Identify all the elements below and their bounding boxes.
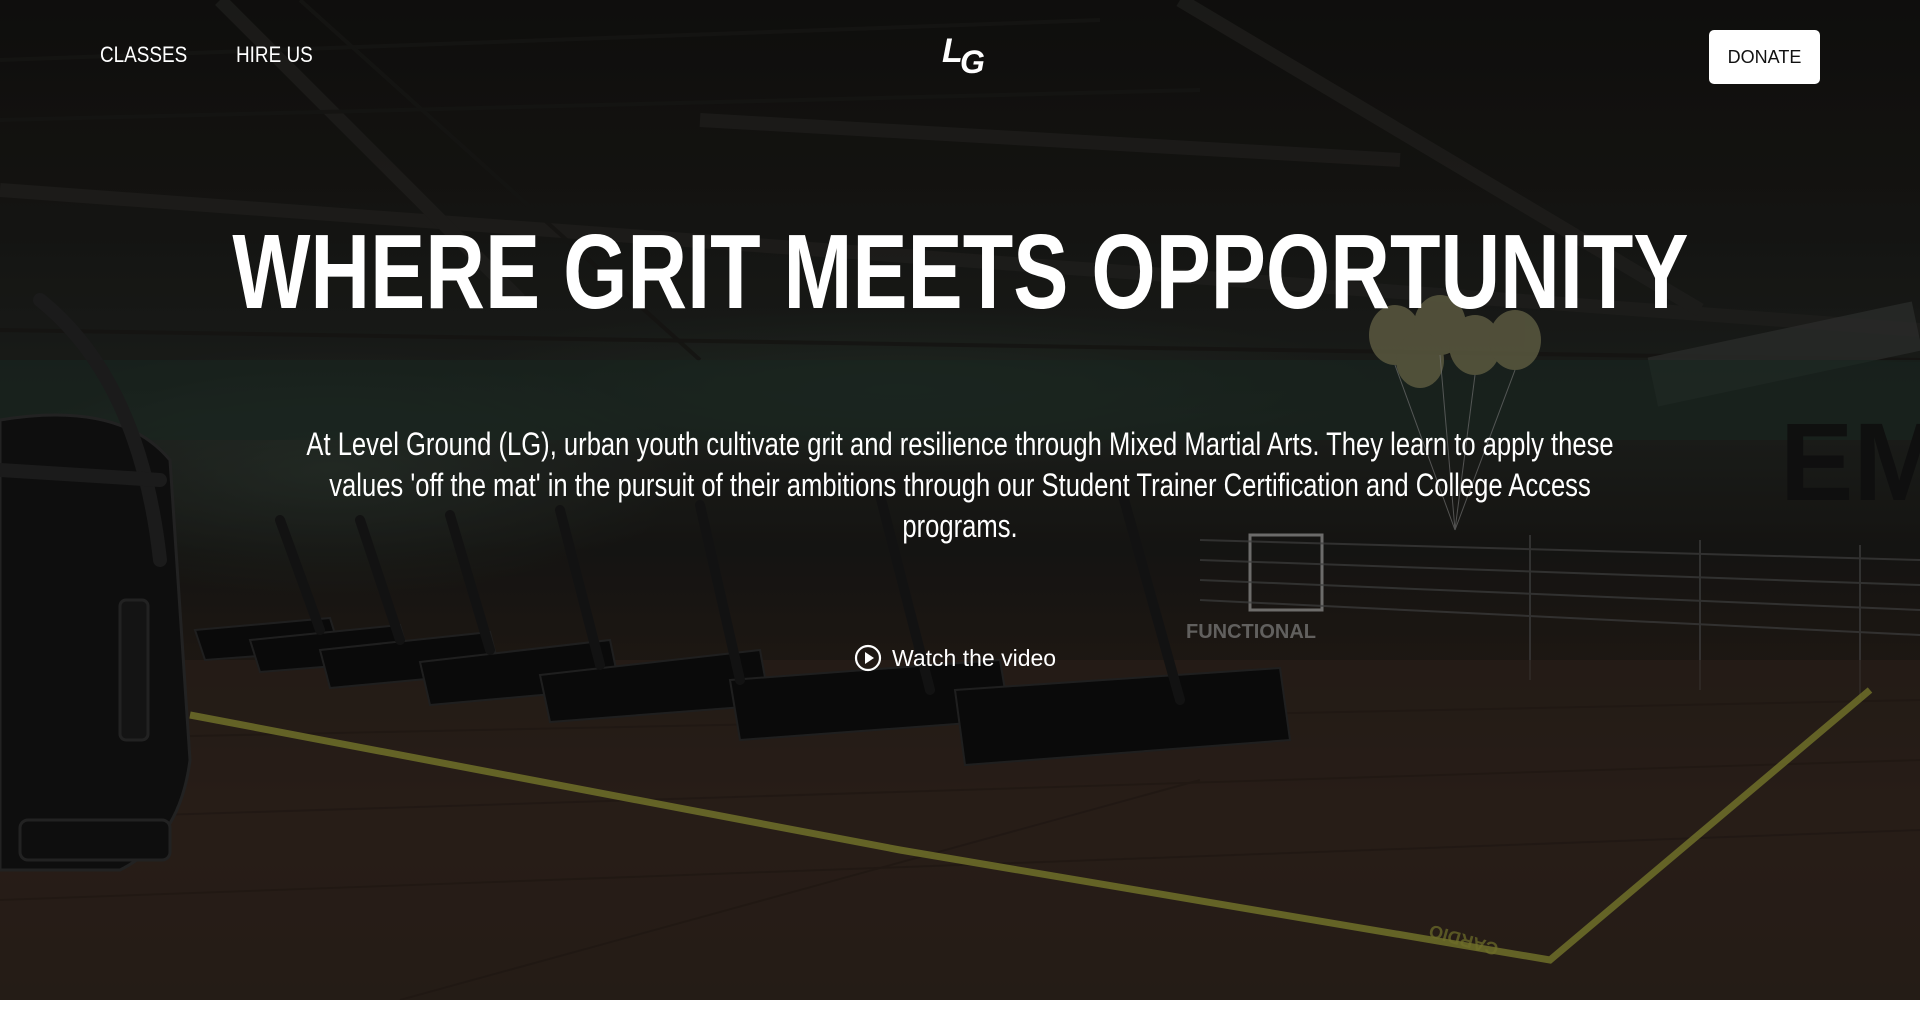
hero-headline-text: WHERE GRIT MEETS OPPORTUNITY — [231, 213, 1689, 331]
donate-button[interactable]: DONATE — [1709, 30, 1820, 84]
nav-link-classes[interactable]: CLASSES — [100, 42, 187, 68]
watch-video-label: Watch the video — [892, 644, 1057, 671]
play-circle-icon — [854, 644, 882, 672]
hero-headline: WHERE GRIT MEETS OPPORTUNITY — [0, 212, 1920, 332]
logo-letter-g: G — [960, 44, 985, 80]
page-bottom-edge — [0, 1000, 1920, 1020]
hero-description-text: At Level Ground (LG), urban youth cultiv… — [306, 426, 1614, 544]
hero-description: At Level Ground (LG), urban youth cultiv… — [280, 424, 1640, 547]
lg-logo[interactable]: L G — [940, 30, 992, 80]
hero-section: EM FUNCTIONAL CARDIO CLASSES HIRE US L G… — [0, 0, 1920, 1000]
nav-link-hire-us[interactable]: HIRE US — [236, 42, 313, 68]
watch-video-link[interactable]: Watch the video — [854, 644, 1056, 672]
top-nav: CLASSES HIRE US — [100, 42, 325, 68]
